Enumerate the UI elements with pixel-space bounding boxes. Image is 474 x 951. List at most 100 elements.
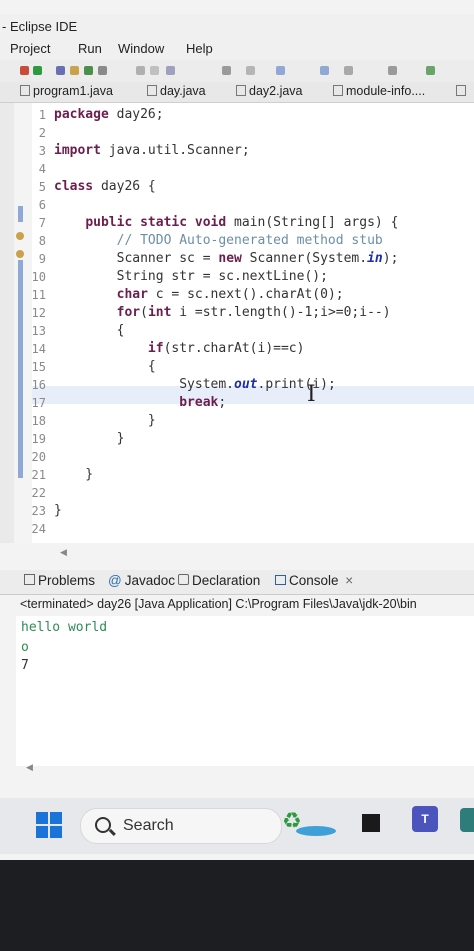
line-number: 24 <box>31 522 46 536</box>
code-line: { <box>54 323 125 338</box>
toolbar <box>0 60 474 82</box>
java-file-icon <box>456 85 466 96</box>
line-number: 8 <box>38 234 46 248</box>
code-line: Scanner sc = new Scanner(System.in); <box>54 251 399 266</box>
editor-horizontal-scrollbar[interactable]: ◀ <box>0 543 474 563</box>
tab-overflow[interactable] <box>456 84 469 98</box>
tab-javadoc[interactable]: @ Javadoc <box>108 573 175 588</box>
tab-problems[interactable]: Problems <box>24 573 95 588</box>
java-file-icon <box>333 85 343 96</box>
change-marker <box>18 206 23 222</box>
code-line: } <box>54 431 125 446</box>
line-number: 10 <box>31 270 46 284</box>
close-icon[interactable]: × <box>345 573 353 588</box>
scroll-left-icon[interactable]: ◀ <box>60 547 67 558</box>
line-number: 20 <box>31 450 46 464</box>
line-number: 18 <box>31 414 46 428</box>
title-bar: - Eclipse IDE <box>0 14 474 38</box>
code-line: String str = sc.nextLine(); <box>54 269 328 284</box>
change-marker <box>18 260 23 278</box>
search-tool-icon[interactable] <box>136 66 145 75</box>
text-cursor-icon: I <box>307 382 316 407</box>
java-file-icon <box>147 85 157 96</box>
code-line: for(int i =str.length()-1;i>=0;i--) <box>116 305 391 320</box>
code-line: { <box>54 359 156 374</box>
editor-left-strip <box>0 103 14 543</box>
window-title: - Eclipse IDE <box>2 19 78 34</box>
code-line: package day26; <box>54 107 164 122</box>
forward-icon[interactable] <box>320 66 329 75</box>
tool-icon[interactable] <box>98 66 107 75</box>
problems-icon <box>24 574 35 585</box>
app-icon[interactable] <box>362 814 380 832</box>
line-number: 4 <box>38 162 46 176</box>
taskbar-search-box[interactable]: Search <box>80 808 282 844</box>
eclipse-window: - Eclipse IDE Project Run Window Help pr… <box>0 0 474 860</box>
code-line: System.out.print(i); <box>54 377 336 392</box>
code-line: public static void main(String[] args) { <box>85 215 399 230</box>
tab-console[interactable]: Console × <box>275 573 353 588</box>
next-annotation-icon[interactable] <box>222 66 231 75</box>
new-icon[interactable] <box>56 66 65 75</box>
code-line: import java.util.Scanner; <box>54 143 250 158</box>
console-output-line: o <box>21 640 29 655</box>
warning-icon <box>16 250 24 258</box>
line-number: 13 <box>31 324 46 338</box>
code-line: char c = sc.next().charAt(0); <box>116 287 344 302</box>
tab-declaration[interactable]: Declaration <box>178 573 260 588</box>
line-number: 23 <box>31 504 46 518</box>
code-line: } <box>54 503 62 518</box>
line-number: 11 <box>31 288 46 302</box>
widgets-icon[interactable] <box>296 826 336 836</box>
code-line: break; <box>179 395 227 410</box>
run-icon[interactable] <box>33 66 42 75</box>
code-line: } <box>54 413 156 428</box>
tab-module-info[interactable]: module-info.... <box>333 84 425 98</box>
console-status: <terminated> day26 [Java Application] C:… <box>20 597 417 611</box>
perspective-icon[interactable] <box>426 66 435 75</box>
console-output-line: hello world <box>21 620 108 635</box>
menu-bar: Project Run Window Help <box>0 38 474 60</box>
menu-window[interactable]: Window <box>118 41 164 56</box>
line-number: 17 <box>31 396 46 410</box>
java-file-icon <box>20 85 30 96</box>
line-number: 3 <box>38 144 46 158</box>
line-number: 16 <box>31 378 46 392</box>
console-icon <box>275 575 286 585</box>
menu-run[interactable]: Run <box>78 41 102 56</box>
line-number: 1 <box>38 108 46 122</box>
tab-day2[interactable]: day2.java <box>236 84 303 98</box>
line-number: 14 <box>31 342 46 356</box>
annotation-icon[interactable] <box>166 66 175 75</box>
debug-icon[interactable] <box>20 66 29 75</box>
pin-icon[interactable] <box>388 66 397 75</box>
line-number: 6 <box>38 198 46 212</box>
line-number: 22 <box>31 486 46 500</box>
line-number: 2 <box>38 126 46 140</box>
format-icon[interactable] <box>150 66 159 75</box>
line-number: 15 <box>31 360 46 374</box>
tab-day[interactable]: day.java <box>147 84 206 98</box>
open-icon[interactable] <box>70 66 79 75</box>
search-label: Search <box>123 817 174 834</box>
teams-icon[interactable]: T <box>412 806 438 832</box>
back-icon[interactable] <box>276 66 285 75</box>
tab-program1[interactable]: program1.java <box>20 84 113 98</box>
menu-project[interactable]: Project <box>10 41 50 56</box>
code-line: } <box>54 467 94 482</box>
line-number: 9 <box>38 252 46 266</box>
history-icon[interactable] <box>344 66 353 75</box>
app-icon[interactable] <box>460 808 474 832</box>
line-number: 19 <box>31 432 46 446</box>
build-icon[interactable] <box>84 66 93 75</box>
prev-annotation-icon[interactable] <box>246 66 255 75</box>
windows-start-icon[interactable] <box>36 812 62 838</box>
line-number: 21 <box>31 468 46 482</box>
menu-help[interactable]: Help <box>186 41 213 56</box>
line-number: 5 <box>38 180 46 194</box>
scroll-left-icon[interactable]: ◀ <box>26 762 33 773</box>
java-file-icon <box>236 85 246 96</box>
line-number: 12 <box>31 306 46 320</box>
line-number: 7 <box>38 216 46 230</box>
console-output-area[interactable] <box>16 616 474 766</box>
